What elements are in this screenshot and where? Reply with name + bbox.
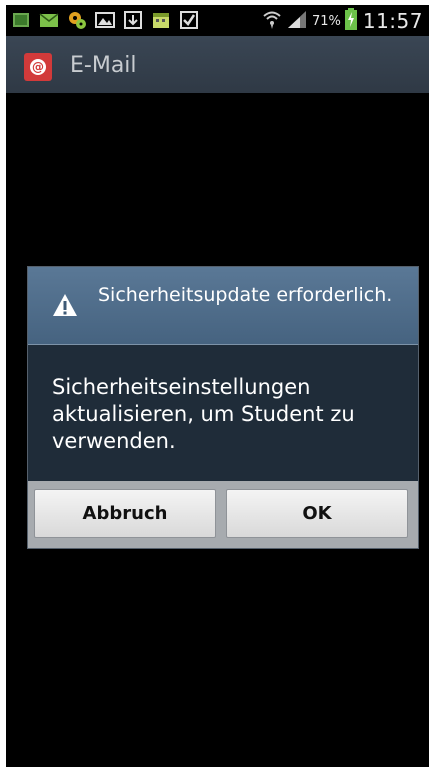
photo-notification-icon bbox=[10, 9, 32, 31]
battery-charging-icon bbox=[344, 8, 357, 34]
notification-icons bbox=[10, 9, 200, 31]
app-title: E-Mail bbox=[70, 53, 137, 78]
email-app-icon[interactable]: @ bbox=[24, 53, 52, 81]
dialog-button-bar: Abbruch OK bbox=[28, 481, 418, 548]
dialog-header: Sicherheitsupdate erforderlich. bbox=[28, 267, 418, 345]
cancel-button[interactable]: Abbruch bbox=[34, 489, 216, 538]
ok-button[interactable]: OK bbox=[226, 489, 408, 538]
signal-icon bbox=[286, 9, 308, 33]
calendar-notification-icon bbox=[150, 9, 172, 31]
clock: 11:57 bbox=[362, 9, 423, 33]
phone-screen: 71% 11:57 @ E-Mail Sicherheitsupdate erf… bbox=[6, 5, 429, 767]
task-check-notification-icon bbox=[178, 9, 200, 31]
svg-text:@: @ bbox=[32, 60, 44, 74]
gallery-notification-icon bbox=[94, 9, 116, 31]
wifi-icon bbox=[262, 9, 282, 33]
warning-icon bbox=[53, 294, 77, 316]
download-notification-icon bbox=[122, 9, 144, 31]
security-update-dialog: Sicherheitsupdate erforderlich. Sicherhe… bbox=[27, 266, 419, 549]
status-bar: 71% 11:57 bbox=[6, 5, 429, 36]
settings-notification-icon bbox=[66, 9, 88, 31]
email-notification-icon bbox=[38, 9, 60, 31]
battery-percent: 71% bbox=[311, 13, 341, 29]
action-bar: @ E-Mail bbox=[6, 36, 429, 94]
status-right: 71% 11:57 bbox=[262, 8, 423, 34]
dialog-message: Sicherheitseinstellungen aktualisieren, … bbox=[52, 375, 355, 453]
dialog-title: Sicherheitsupdate erforderlich. bbox=[98, 284, 393, 306]
